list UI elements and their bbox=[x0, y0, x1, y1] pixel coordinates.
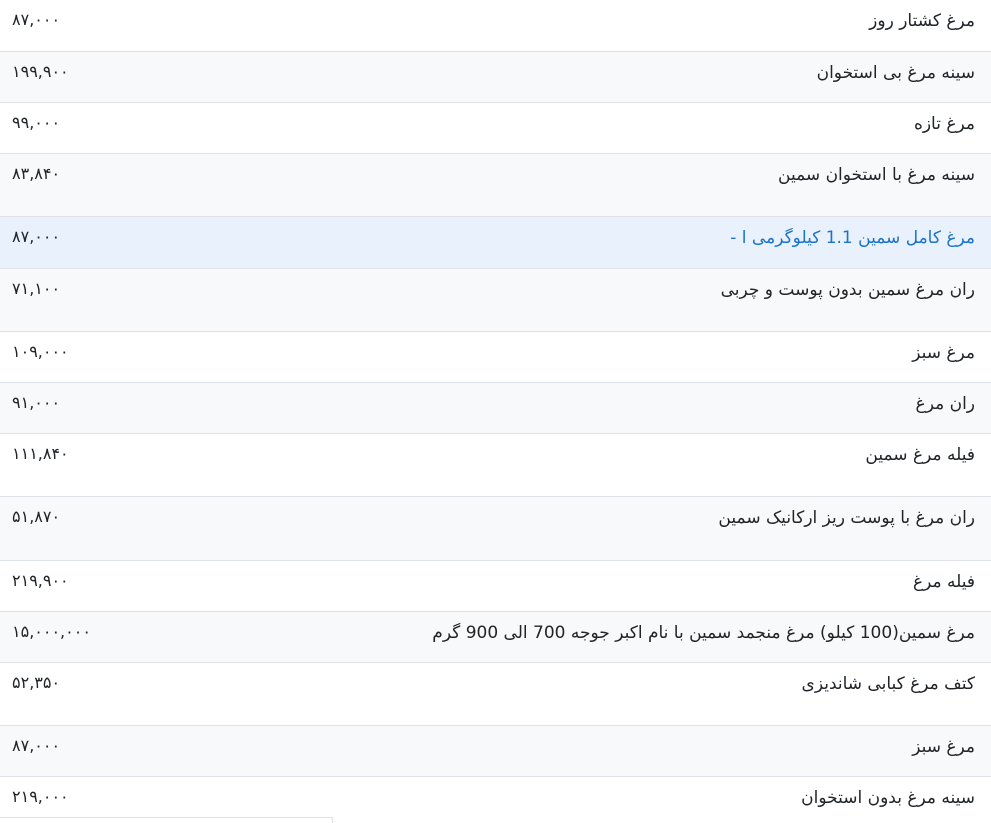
product-name: مرغ تازه bbox=[913, 113, 975, 134]
table-row[interactable]: مرغ سبز ۱۰۹,۰۰۰ bbox=[0, 331, 991, 382]
product-name: مرغ سمین(100 کیلو) مرغ منجمد سمین با نام… bbox=[432, 622, 975, 643]
table-row[interactable]: مرغ سبز ۸۷,۰۰۰ bbox=[0, 725, 991, 776]
product-name: ران مرغ bbox=[915, 393, 975, 414]
table-row[interactable]: سینه مرغ با استخوان سمین ۸۳,۸۴۰ bbox=[0, 153, 991, 216]
product-price: ۸۷,۰۰۰ bbox=[12, 226, 61, 246]
table-row[interactable]: سینه مرغ بدون استخوان ۲۱۹,۰۰۰ bbox=[0, 776, 991, 823]
table-row[interactable]: مرغ تازه ۹۹,۰۰۰ bbox=[0, 102, 991, 153]
product-price: ۱۹۹,۹۰۰ bbox=[12, 61, 69, 81]
product-name: مرغ سبز bbox=[912, 342, 975, 363]
product-name: فیله مرغ bbox=[912, 571, 975, 592]
product-name: کتف مرغ کبابی شاندیزی bbox=[801, 673, 975, 694]
product-price: ۲۱۹,۰۰۰ bbox=[12, 786, 69, 806]
product-price: ۸۷,۰۰۰ bbox=[12, 10, 61, 29]
table-row[interactable]: ران مرغ با پوست ریز ارکانیک سمین ۵۱,۸۷۰ bbox=[0, 496, 991, 560]
product-price: ۵۲,۳۵۰ bbox=[12, 672, 61, 692]
table-row[interactable]: فیله مرغ سمین ۱۱۱,۸۴۰ bbox=[0, 433, 991, 496]
product-name: ران مرغ با پوست ریز ارکانیک سمین bbox=[718, 507, 975, 528]
product-price: ۱۵,۰۰۰,۰۰۰ bbox=[12, 621, 91, 641]
product-price: ۸۳,۸۴۰ bbox=[12, 163, 61, 183]
price-table: مرغ کشتار روز ۸۷,۰۰۰ سینه مرغ بی استخوان… bbox=[0, 0, 991, 823]
product-name: سینه مرغ بی استخوان bbox=[816, 62, 975, 83]
product-price: ۱۰۹,۰۰۰ bbox=[12, 341, 69, 361]
product-name: سینه مرغ بدون استخوان bbox=[801, 787, 975, 808]
table-row[interactable]: کتف مرغ کبابی شاندیزی ۵۲,۳۵۰ bbox=[0, 662, 991, 725]
product-name: سینه مرغ با استخوان سمین bbox=[778, 164, 975, 185]
product-price: ۹۹,۰۰۰ bbox=[12, 112, 61, 132]
table-row[interactable]: ران مرغ ۹۱,۰۰۰ bbox=[0, 382, 991, 433]
table-row[interactable]: مرغ سمین(100 کیلو) مرغ منجمد سمین با نام… bbox=[0, 611, 991, 662]
product-price: ۸۷,۰۰۰ bbox=[12, 735, 61, 755]
product-price: ۹۱,۰۰۰ bbox=[12, 392, 61, 412]
table-row-highlighted[interactable]: مرغ کامل سمین 1.1 کیلوگرمی ا - ۸۷,۰۰۰ bbox=[0, 216, 991, 268]
product-name: مرغ کشتار روز bbox=[869, 11, 975, 31]
product-price: ۵۱,۸۷۰ bbox=[12, 506, 61, 526]
product-name: ران مرغ سمین بدون پوست و چربی bbox=[720, 279, 975, 300]
product-name: فیله مرغ سمین bbox=[865, 444, 975, 465]
product-name: مرغ سبز bbox=[912, 736, 975, 757]
table-row[interactable]: سینه مرغ بی استخوان ۱۹۹,۹۰۰ bbox=[0, 51, 991, 102]
product-price: ۲۱۹,۹۰۰ bbox=[12, 570, 69, 590]
product-price: ۷۱,۱۰۰ bbox=[12, 278, 61, 298]
product-price: ۱۱۱,۸۴۰ bbox=[12, 443, 69, 463]
table-row[interactable]: مرغ کشتار روز ۸۷,۰۰۰ bbox=[0, 0, 991, 51]
overlay-box-edge bbox=[0, 817, 333, 823]
table-row[interactable]: فیله مرغ ۲۱۹,۹۰۰ bbox=[0, 560, 991, 611]
table-row[interactable]: ران مرغ سمین بدون پوست و چربی ۷۱,۱۰۰ bbox=[0, 268, 991, 331]
product-name: مرغ کامل سمین 1.1 کیلوگرمی ا - bbox=[730, 227, 975, 248]
